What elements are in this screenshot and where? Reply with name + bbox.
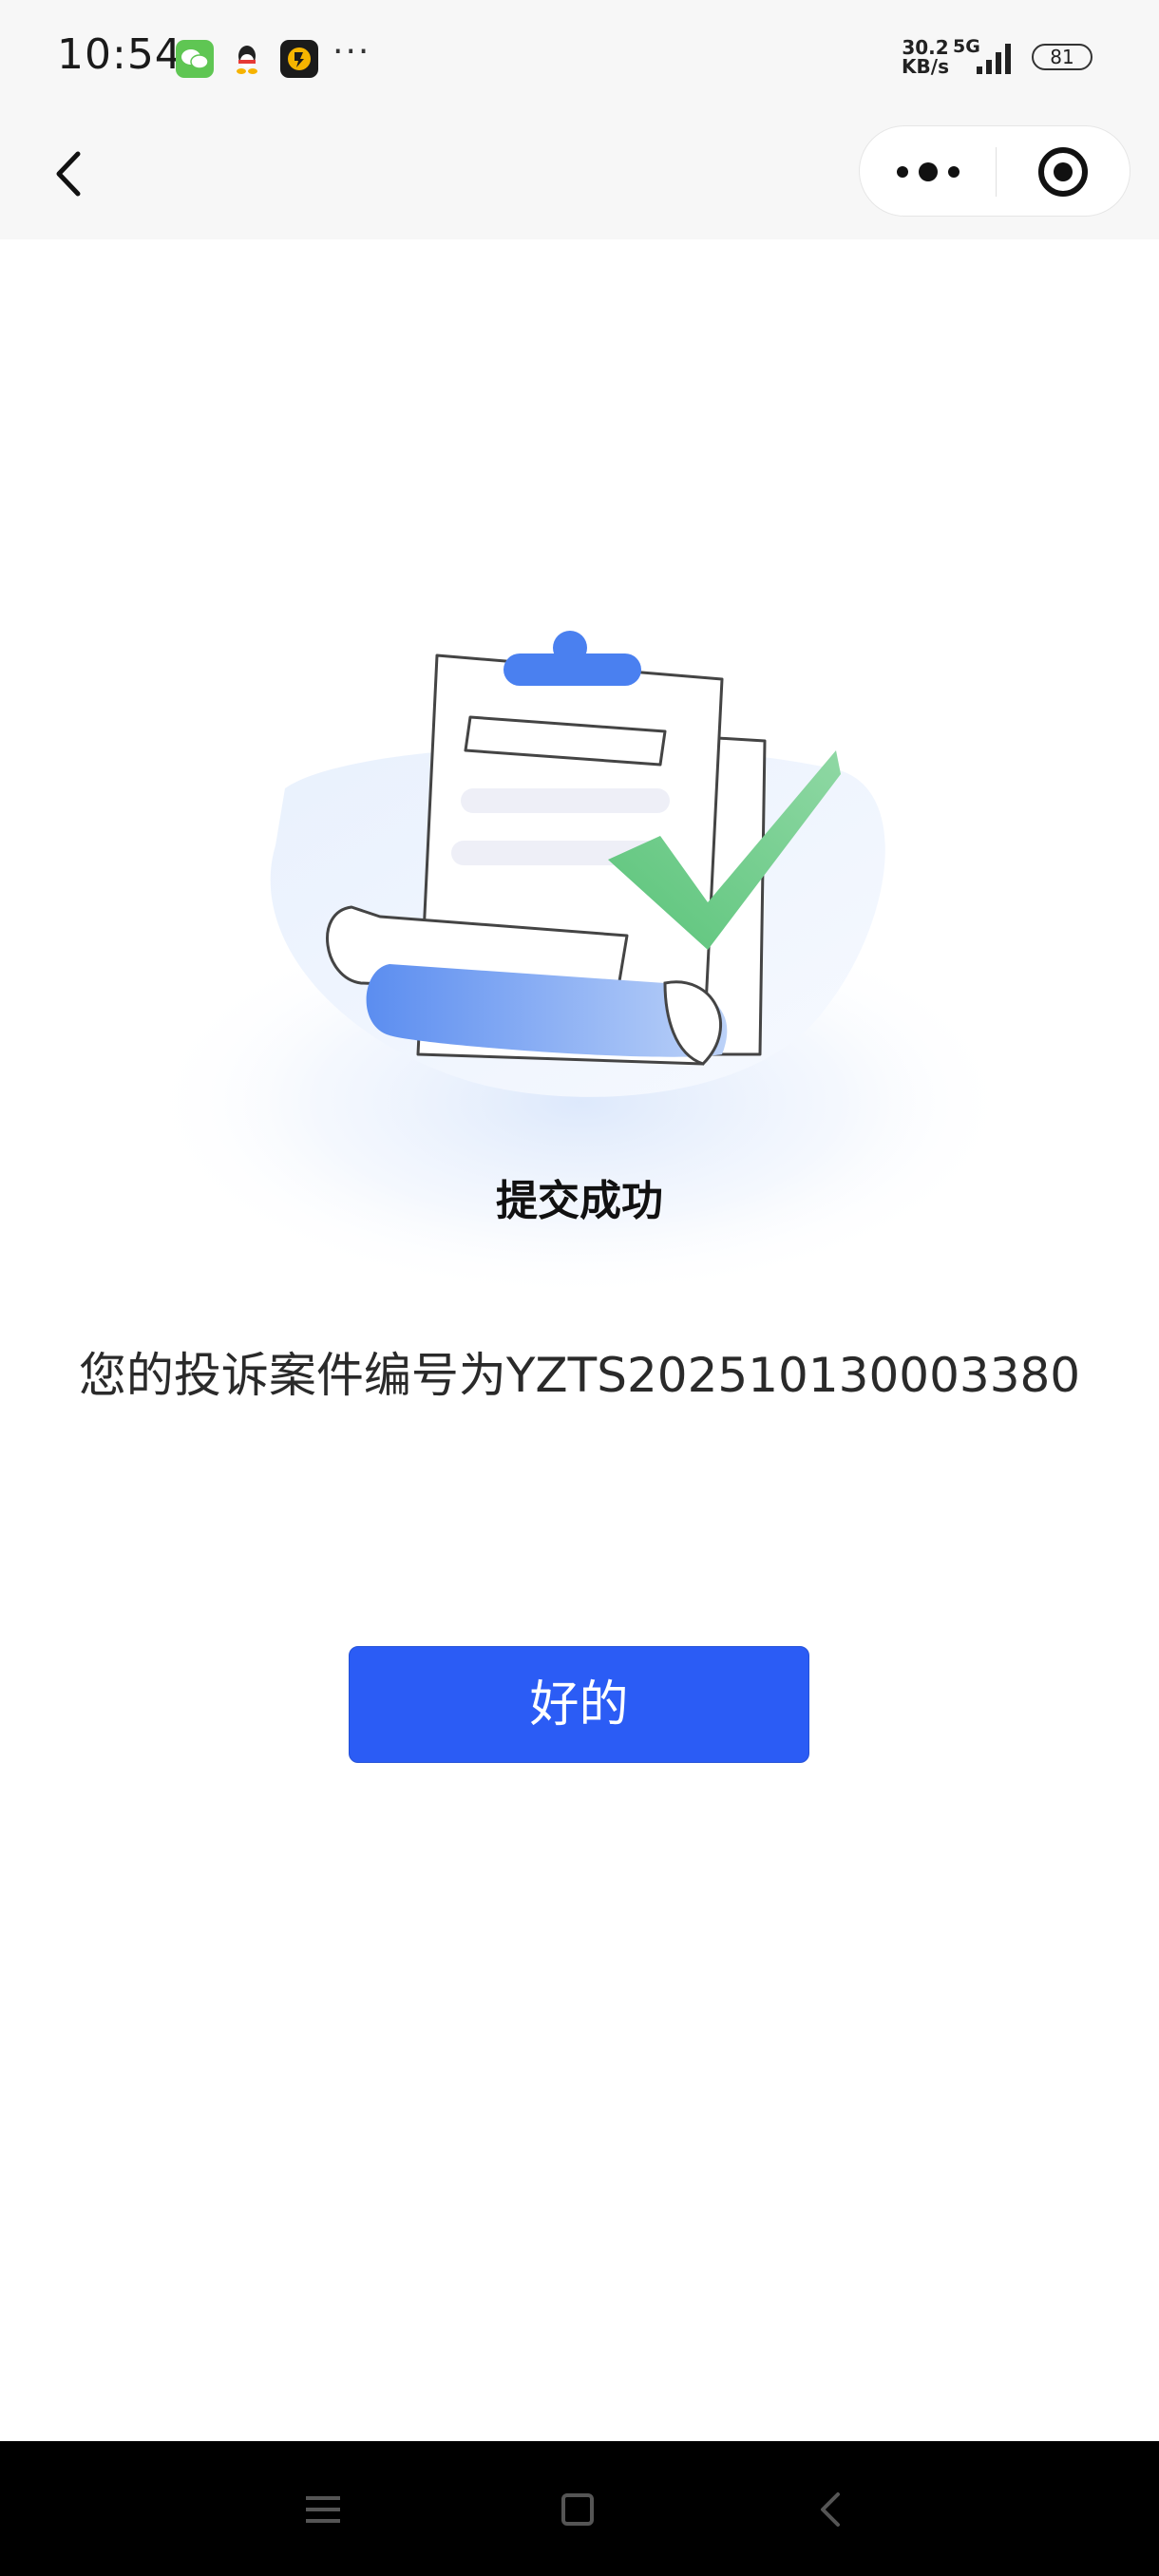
back-icon[interactable]: [804, 2483, 857, 2536]
home-square-icon[interactable]: [551, 2483, 604, 2536]
app-icon: [280, 40, 318, 78]
mini-program-capsule: [859, 125, 1130, 217]
back-button[interactable]: [38, 141, 104, 207]
more-icon: [897, 162, 960, 181]
wechat-icon: [176, 40, 214, 78]
menu-icon[interactable]: [296, 2483, 350, 2536]
network-speed: 30.2 KB/s: [901, 38, 950, 76]
more-dots-icon: ···: [332, 32, 371, 71]
battery-icon: 81: [1032, 44, 1092, 70]
system-nav-bar: [0, 2441, 1159, 2576]
qq-icon: [228, 40, 266, 78]
nav-bar: [0, 114, 1159, 239]
network-speed-value: 30.2: [902, 36, 949, 59]
case-number-text: 您的投诉案件编号为YZTS202510130003380: [78, 1348, 1081, 1403]
more-button[interactable]: [860, 126, 996, 218]
close-target-icon: [1038, 147, 1088, 197]
page-title: 提交成功: [496, 1177, 663, 1225]
battery-level: 81: [1050, 46, 1074, 68]
close-button[interactable]: [996, 126, 1131, 218]
status-time: 10:54: [57, 30, 182, 79]
status-bar: 10:54 ··· 30.2 KB/s 5G 81: [0, 0, 1159, 114]
ok-button[interactable]: 好的: [349, 1646, 809, 1763]
signal-icon: [977, 44, 1011, 74]
back-arrow-icon: [56, 151, 81, 197]
network-speed-unit: KB/s: [902, 55, 949, 78]
